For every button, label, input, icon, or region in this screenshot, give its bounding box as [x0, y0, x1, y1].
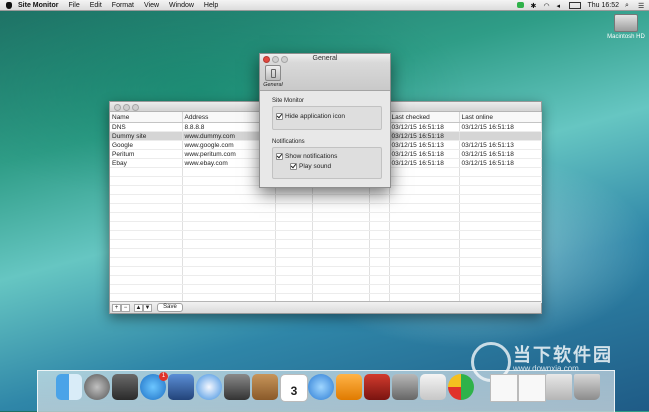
- play-sound-label: Play sound: [299, 163, 332, 170]
- apple-icon[interactable]: [6, 1, 12, 9]
- battery-icon[interactable]: [569, 1, 582, 9]
- column-header-name[interactable]: Name: [110, 112, 183, 123]
- cell-last-checked: 03/12/15 16:51:18: [389, 158, 460, 168]
- zoom-button[interactable]: [132, 104, 139, 111]
- document-icon[interactable]: [490, 374, 518, 402]
- play-sound-checkbox[interactable]: Play sound: [290, 163, 331, 170]
- notification-center-icon[interactable]: ☰: [638, 2, 645, 10]
- tab-general-label: General: [263, 82, 283, 88]
- cell-last-checked: 03/12/15 16:51:18: [389, 122, 460, 132]
- checkbox-check-icon: [290, 163, 297, 170]
- menu-view[interactable]: View: [144, 2, 159, 9]
- cell-name: Peritum: [110, 149, 183, 159]
- close-button[interactable]: [263, 56, 270, 63]
- site-monitor-icon[interactable]: [448, 374, 474, 400]
- site-monitor-group: Hide application icon: [272, 106, 382, 130]
- cell-name: Ebay: [110, 158, 183, 168]
- launchpad-icon[interactable]: [84, 374, 110, 400]
- document-icon[interactable]: [518, 374, 546, 402]
- general-switch-icon: [265, 65, 281, 81]
- zoom-button[interactable]: [281, 56, 288, 63]
- menu-help[interactable]: Help: [204, 2, 218, 9]
- photo-icon[interactable]: [112, 374, 138, 400]
- cell-last-online: [459, 131, 542, 141]
- preview-icon[interactable]: [168, 374, 194, 400]
- finder-icon[interactable]: [56, 374, 82, 400]
- hard-drive-icon: [614, 14, 638, 32]
- preferences-window: General General Site Monitor Hide applic…: [259, 53, 391, 188]
- calendar-day: 3: [290, 384, 298, 398]
- hide-icon-checkbox[interactable]: Hide application icon: [276, 113, 345, 120]
- spotlight-icon[interactable]: ⌕: [625, 2, 632, 9]
- menu-app-name[interactable]: Site Monitor: [18, 2, 58, 9]
- cell-name: DNS: [110, 122, 183, 132]
- photo-booth-icon[interactable]: [364, 374, 390, 400]
- menu-format[interactable]: Format: [112, 2, 134, 9]
- column-header-last-checked[interactable]: Last checked: [389, 112, 460, 123]
- cell-name: Google: [110, 140, 183, 150]
- badge: 1: [159, 372, 168, 381]
- window-bottom-bar: + − ▲ ▼ Save: [110, 301, 541, 313]
- remove-site-button[interactable]: −: [121, 304, 130, 312]
- cell-last-checked: 03/12/15 16:51:13: [389, 140, 460, 150]
- calendar-icon[interactable]: 3: [280, 374, 308, 402]
- volume-icon[interactable]: ◂: [556, 2, 563, 10]
- preferences-title: General: [312, 55, 338, 62]
- minimize-button[interactable]: [272, 56, 279, 63]
- section-label-notifications: Notifications: [272, 139, 305, 145]
- itunes-icon[interactable]: [308, 374, 334, 400]
- system-preferences-icon[interactable]: [392, 374, 418, 400]
- move-up-button[interactable]: ▲: [134, 304, 143, 312]
- move-down-button[interactable]: ▼: [143, 304, 152, 312]
- cell-last-online: 03/12/15 16:51:18: [459, 149, 542, 159]
- preferences-titlebar[interactable]: General: [260, 54, 390, 63]
- safari-icon[interactable]: [196, 374, 222, 400]
- checkbox-check-icon: [276, 113, 283, 120]
- cell-last-checked: 03/12/15 16:51:18: [389, 131, 460, 141]
- folder-icon[interactable]: [546, 374, 572, 400]
- add-site-button[interactable]: +: [112, 304, 121, 312]
- textedit-icon[interactable]: [420, 374, 446, 400]
- show-notifications-checkbox[interactable]: Show notifications: [276, 153, 337, 160]
- disk-label: Macintosh HD: [607, 34, 645, 40]
- app-store-icon[interactable]: 1: [140, 372, 168, 400]
- ibooks-icon[interactable]: [336, 374, 362, 400]
- bluetooth-icon[interactable]: ✱: [530, 2, 537, 10]
- trash-icon[interactable]: [574, 374, 600, 400]
- menu-window[interactable]: Window: [169, 2, 194, 9]
- menu-bar: Site Monitor File Edit Format View Windo…: [0, 0, 649, 11]
- preferences-toolbar: General: [260, 63, 390, 91]
- cell-last-online: 03/12/15 16:51:18: [459, 158, 542, 168]
- cell-name: Dummy site: [110, 131, 183, 141]
- notifications-group: Show notifications Play sound: [272, 147, 382, 179]
- cell-last-online: 03/12/15 16:51:13: [459, 140, 542, 150]
- cell-last-online: 03/12/15 16:51:18: [459, 122, 542, 132]
- column-header-last-online[interactable]: Last online: [459, 112, 542, 123]
- show-notifications-label: Show notifications: [285, 153, 338, 160]
- tab-general[interactable]: General: [263, 64, 283, 88]
- section-label-site-monitor: Site Monitor: [272, 98, 305, 104]
- save-button[interactable]: Save: [157, 303, 183, 312]
- minimize-button[interactable]: [123, 104, 130, 111]
- menu-edit[interactable]: Edit: [90, 2, 102, 9]
- menu-clock[interactable]: Thu 16:52: [587, 2, 619, 9]
- close-button[interactable]: [114, 104, 121, 111]
- hide-icon-label: Hide application icon: [285, 113, 345, 120]
- checkbox-check-icon: [276, 153, 283, 160]
- dock: 1 3: [37, 370, 615, 412]
- desktop-disk[interactable]: Macintosh HD: [606, 14, 646, 40]
- wifi-icon[interactable]: ◠: [543, 2, 550, 10]
- cell-last-checked: 03/12/15 16:51:18: [389, 149, 460, 159]
- menu-file[interactable]: File: [68, 2, 79, 9]
- site-status-icon[interactable]: [517, 2, 525, 8]
- facetime-icon[interactable]: [224, 374, 250, 400]
- contacts-icon[interactable]: [252, 374, 278, 400]
